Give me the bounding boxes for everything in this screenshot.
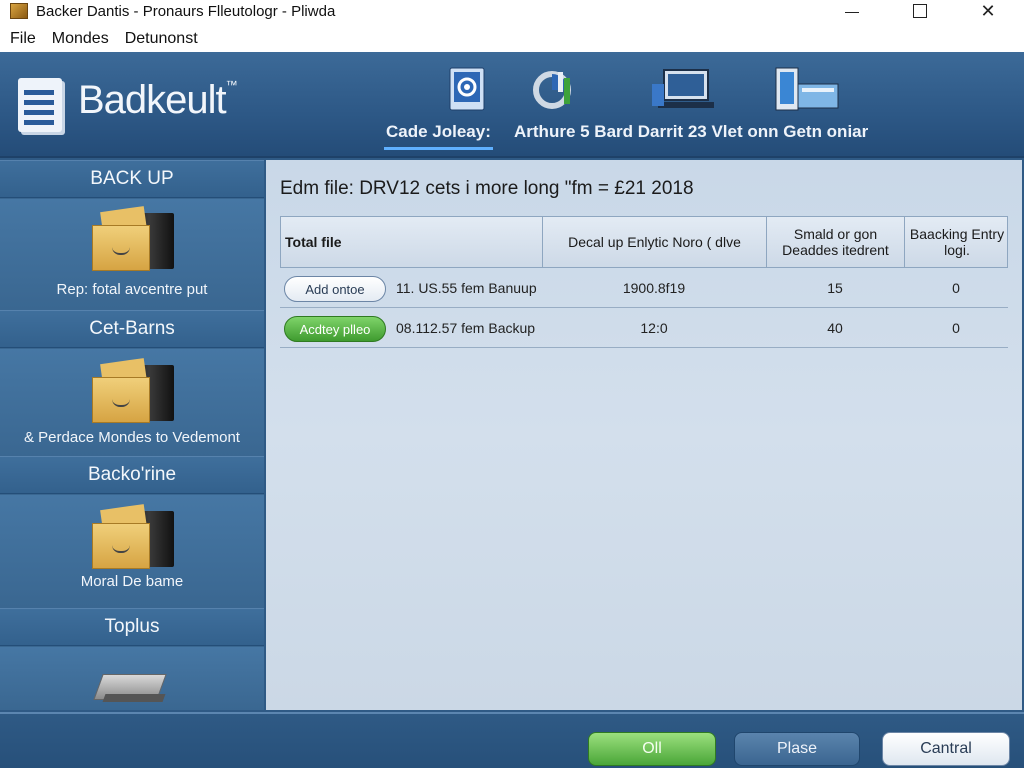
row-files: 15 [827, 280, 843, 296]
table-row[interactable]: Add ontoe 11. US.55 fem Banuup 1900.8f19… [280, 268, 1008, 308]
sidebar-heading-backorine[interactable]: Backo'rine [0, 456, 264, 494]
row-entry: 0 [952, 280, 960, 296]
sidebar-caption: & Perdace Mondes to Vedemont [24, 429, 240, 446]
title-bar: Backer Dantis - Pronaurs Flleutologr - P… [0, 0, 1024, 22]
sidebar-item-backorine[interactable]: Moral De bame [0, 495, 264, 607]
menu-mondes[interactable]: Mondes [52, 30, 109, 48]
menu-file[interactable]: File [10, 30, 36, 48]
footer-bar: Oll Plase Cantral [0, 712, 1024, 768]
row-name: 08.112.57 fem Backup [396, 320, 536, 336]
column-header-size[interactable]: Decal up Enlytic Noro ( dlve [543, 217, 767, 267]
sidebar-item-cet-barns[interactable]: & Perdace Mondes to Vedemont [0, 349, 264, 457]
menu-bar: File Mondes Detunonst [0, 26, 1024, 52]
sidebar-heading-cet-barns[interactable]: Cet-Barns [0, 310, 264, 348]
main-title: Edm file: DRV12 cets i more long "fm = £… [280, 178, 694, 199]
column-header-files[interactable]: Smald or gon Deaddes itedrent [767, 217, 905, 267]
minimize-icon[interactable] [822, 0, 882, 22]
folder-icon [92, 358, 178, 423]
ok-button[interactable]: Oll [588, 732, 716, 766]
place-button[interactable]: Plase [734, 732, 860, 766]
maximize-icon[interactable] [890, 0, 950, 22]
row-name: 11. US.55 fem Banuup [396, 280, 537, 296]
chart-tool-icon[interactable] [530, 64, 580, 114]
sidebar-heading-toplus[interactable]: Toplus [0, 608, 264, 646]
sidebar-caption: Rep: fotal avcentre put [56, 281, 208, 298]
logo-icon [18, 74, 68, 134]
sidebar-caption: Moral De bame [80, 573, 184, 590]
tab-active[interactable]: Cade Joleay: [384, 122, 493, 150]
folder-icon [92, 206, 178, 271]
table-row[interactable]: Acdtey plleo 08.112.57 fem Backup 12:0 4… [280, 308, 1008, 348]
row-files: 40 [827, 320, 843, 336]
brand-name: Badkeult™ [78, 78, 238, 122]
computer-icon[interactable] [650, 64, 714, 114]
window-title: Backer Dantis - Pronaurs Flleutologr - P… [36, 2, 336, 20]
row-size: 12:0 [640, 320, 668, 336]
menu-detunonst[interactable]: Detunonst [125, 30, 198, 48]
gear-document-icon[interactable] [442, 64, 492, 114]
row-entry: 0 [952, 320, 960, 336]
app-icon [10, 3, 28, 19]
column-header-total-file[interactable]: Total file [281, 217, 543, 267]
sidebar-item-backup[interactable]: Rep: fotal avcentre put [0, 199, 264, 309]
backup-table: Total file Decal up Enlytic Noro ( dlve … [280, 216, 1008, 348]
table-header: Total file Decal up Enlytic Noro ( dlve … [280, 216, 1008, 268]
column-header-entry[interactable]: Baacking Entry logi. [905, 217, 1009, 267]
close-icon[interactable]: ✕ [958, 0, 1018, 22]
tab-strip-text[interactable]: Arthure 5 Bard Darrit 23 Vlet onn Getn o… [514, 122, 868, 142]
app-header: Badkeult™ Cade Joleay: Arthure 5 Bard Da… [0, 52, 1024, 158]
cancel-button[interactable]: Cantral [882, 732, 1010, 766]
device-icon[interactable] [772, 64, 839, 114]
main-panel: Edm file: DRV12 cets i more long "fm = £… [266, 160, 1022, 710]
add-button[interactable]: Add ontoe [284, 276, 386, 302]
folder-icon [92, 504, 178, 569]
sidebar-heading-backup[interactable]: BACK UP [0, 160, 264, 198]
apply-button[interactable]: Acdtey plleo [284, 316, 386, 342]
drive-icon [93, 664, 168, 708]
row-size: 1900.8f19 [622, 280, 686, 296]
app-window: Badkeult™ Cade Joleay: Arthure 5 Bard Da… [0, 52, 1024, 768]
